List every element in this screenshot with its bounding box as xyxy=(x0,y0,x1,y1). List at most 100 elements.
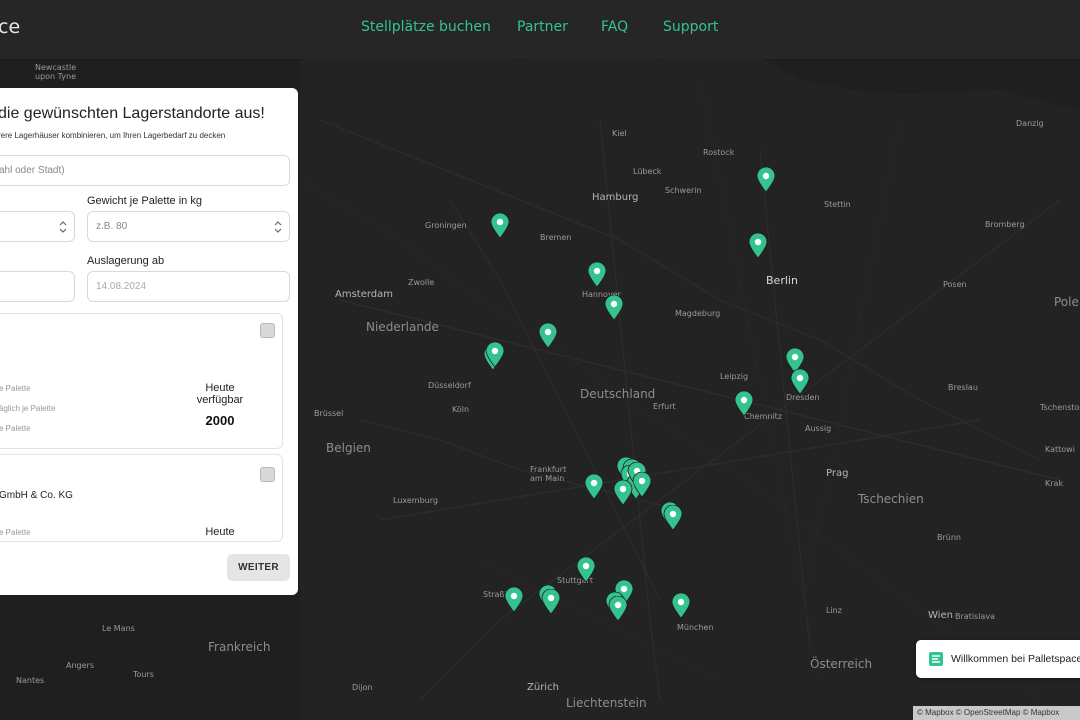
warehouse-map-pin-icon[interactable] xyxy=(490,213,510,239)
warehouse-map-pin-icon[interactable] xyxy=(504,587,524,613)
warehouse-card[interactable]: e Palette äglich je Palette e Palette He… xyxy=(0,313,283,449)
pallet-count-input[interactable] xyxy=(0,211,75,242)
map-place-label: Deutschland xyxy=(580,387,656,401)
price-row: äglich je Palette xyxy=(0,404,56,413)
location-placeholder: ahl oder Stadt) xyxy=(0,165,65,176)
map-place-label: Kiel xyxy=(612,129,627,138)
map-place-label: Bremen xyxy=(540,233,572,242)
warehouse-map-pin-icon[interactable] xyxy=(485,342,505,368)
map-place-label: Stettin xyxy=(824,200,851,209)
warehouse-map-pin-icon[interactable] xyxy=(756,167,776,193)
warehouse-map-pin-icon[interactable] xyxy=(538,323,558,349)
warehouse-map-pin-icon[interactable] xyxy=(541,589,561,615)
map-place-label: Le Mans xyxy=(102,624,135,633)
map-place-label: Bratislava xyxy=(955,612,995,621)
warehouse-select-checkbox[interactable] xyxy=(260,323,275,338)
warehouse-map-pin-icon[interactable] xyxy=(671,593,691,619)
nav-link-faq[interactable]: FAQ xyxy=(601,19,628,35)
map-place-label: Tours xyxy=(133,670,154,679)
weight-per-pallet-input[interactable]: z.B. 80 xyxy=(87,211,290,242)
warehouse-name: GmbH & Co. KG xyxy=(0,490,73,501)
top-navigation-bar: ce Stellplätze buchen Partner FAQ Suppor… xyxy=(0,0,1080,59)
map-place-label: Luxemburg xyxy=(393,496,438,505)
warehouse-map-pin-icon[interactable] xyxy=(734,391,754,417)
map-place-label: Brünn xyxy=(937,533,961,542)
warehouse-map-pin-icon[interactable] xyxy=(632,472,652,498)
map-place-label: Zwolle xyxy=(408,278,435,287)
warehouse-select-checkbox[interactable] xyxy=(260,467,275,482)
outbound-date-input[interactable]: 14.08.2024 xyxy=(87,271,290,302)
map-place-label: Frankfurt am Main xyxy=(530,465,567,483)
toast-text: Willkommen bei Palletspace xyxy=(951,653,1080,665)
map-place-label: Breslau xyxy=(948,383,978,392)
map-place-label: Prag xyxy=(826,468,849,479)
map-place-label: Leipzig xyxy=(720,372,749,381)
map-place-label: Liechtenstein xyxy=(566,696,647,710)
map-place-label: Posen xyxy=(943,280,967,289)
availability-label: Heute xyxy=(205,526,235,538)
map-place-label: Danzig xyxy=(1016,119,1044,128)
map-place-label: Düsseldorf xyxy=(428,381,471,390)
warehouse-map-pin-icon[interactable] xyxy=(608,596,628,622)
location-search-input[interactable]: ahl oder Stadt) xyxy=(0,155,290,186)
panel-subtitle: rere Lagerhäuser kombinieren, um Ihren L… xyxy=(0,131,226,140)
map-place-label: Dijon xyxy=(352,683,373,692)
price-row: e Palette xyxy=(0,384,31,393)
map-place-label: Rostock xyxy=(703,148,735,157)
map-place-label: Frankreich xyxy=(208,640,271,654)
outbound-label: Auslagerung ab xyxy=(87,255,165,267)
map-place-label: Newcastle upon Tyne xyxy=(35,63,77,81)
map-place-label: Zürich xyxy=(527,682,559,693)
warehouse-map-pin-icon[interactable] xyxy=(790,369,810,395)
availability-label: Heute verfügbar xyxy=(196,382,244,406)
warehouse-map-pin-icon[interactable] xyxy=(576,557,596,583)
storage-search-panel: die gewünschten Lagerstandorte aus! rere… xyxy=(0,88,298,595)
outbound-date-value: 14.08.2024 xyxy=(96,281,147,292)
weight-label: Gewicht je Palette in kg xyxy=(87,195,202,207)
map-place-label: Magdeburg xyxy=(675,309,721,318)
nav-link-partner[interactable]: Partner xyxy=(517,19,568,35)
palletspace-logo-icon xyxy=(929,652,943,666)
map-place-label: Krak xyxy=(1045,479,1064,488)
map-place-label: Aussig xyxy=(805,424,832,433)
nav-link-support[interactable]: Support xyxy=(663,19,718,35)
inbound-date-input[interactable] xyxy=(0,271,75,302)
warehouse-map-pin-icon[interactable] xyxy=(587,262,607,288)
map-place-label: Erfurt xyxy=(653,402,676,411)
map-place-label: Niederlande xyxy=(366,320,439,334)
map-place-label: Nantes xyxy=(16,676,45,685)
price-row: e Palette xyxy=(0,424,31,433)
map-place-label: Wien xyxy=(928,610,953,621)
warehouse-map-pin-icon[interactable] xyxy=(604,295,624,321)
brand-logo-text[interactable]: ce xyxy=(0,16,20,38)
map-place-label: Brüssel xyxy=(314,409,344,418)
map-place-label: Lübeck xyxy=(633,167,662,176)
map-place-label: Kattowi xyxy=(1045,445,1075,454)
number-stepper-icon[interactable] xyxy=(59,220,67,234)
map-place-label: Linz xyxy=(826,606,842,615)
map-place-label: Bromberg xyxy=(985,220,1025,229)
map-place-label: Schwerin xyxy=(665,186,702,195)
warehouse-map-pin-icon[interactable] xyxy=(748,233,768,259)
map-attribution[interactable]: © Mapbox © OpenStreetMap © Mapbox xyxy=(913,706,1080,720)
map-place-label: Tschechien xyxy=(858,492,924,506)
map-place-label: Tschenstoc xyxy=(1040,403,1080,412)
panel-title: die gewünschten Lagerstandorte aus! xyxy=(0,105,265,122)
map-place-label: Hamburg xyxy=(592,192,639,203)
map-place-label: Angers xyxy=(66,661,94,670)
map-place-label: Pole xyxy=(1054,295,1079,309)
warehouse-map-pin-icon[interactable] xyxy=(584,474,604,500)
map-place-label: Berlin xyxy=(766,274,798,287)
warehouse-card[interactable]: GmbH & Co. KG e Palette Heute xyxy=(0,454,283,542)
nav-link-book-spaces[interactable]: Stellplätze buchen xyxy=(361,19,491,35)
weight-placeholder: z.B. 80 xyxy=(96,221,128,232)
map-place-label: Österreich xyxy=(810,657,873,671)
map-place-label: Groningen xyxy=(425,221,467,230)
welcome-toast[interactable]: Willkommen bei Palletspace xyxy=(916,640,1080,678)
map-place-label: Köln xyxy=(452,405,470,414)
price-row: e Palette xyxy=(0,528,31,537)
next-button[interactable]: WEITER xyxy=(227,554,290,581)
availability-count: 2000 xyxy=(205,413,235,428)
warehouse-map-pin-icon[interactable] xyxy=(663,505,683,531)
number-stepper-icon[interactable] xyxy=(274,220,282,234)
